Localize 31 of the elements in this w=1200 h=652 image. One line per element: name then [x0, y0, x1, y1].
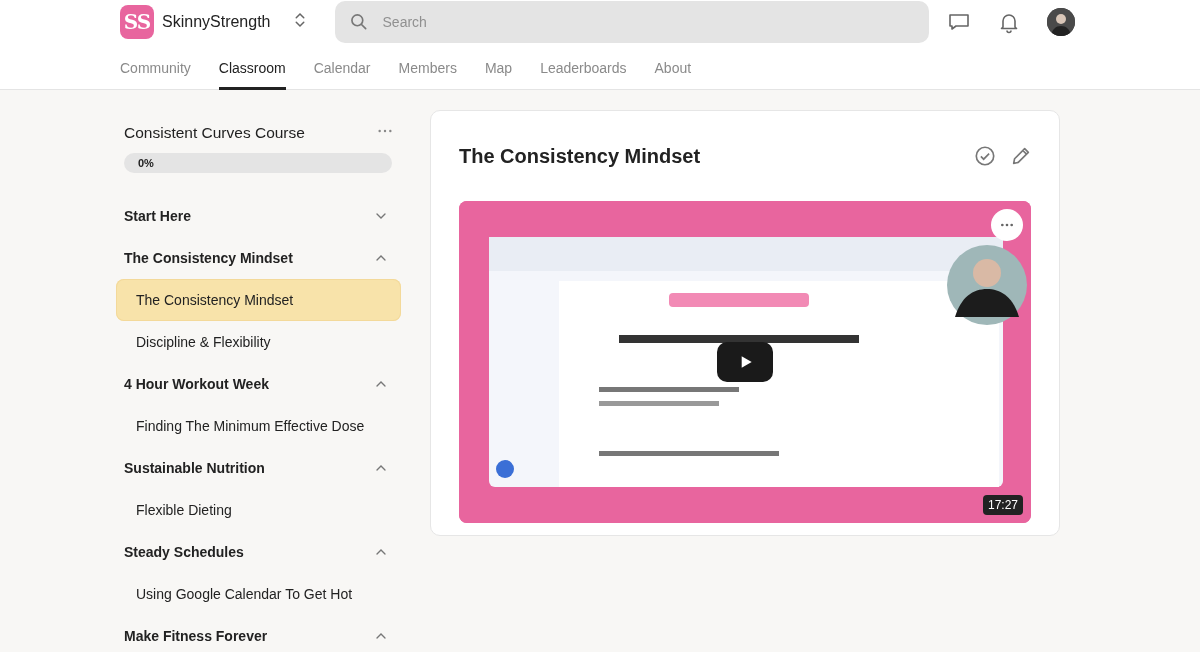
section-header[interactable]: Start Here: [116, 195, 401, 237]
person-silhouette-icon: [1046, 8, 1075, 36]
nav-tab[interactable]: Calendar: [313, 44, 371, 90]
lesson-item[interactable]: Discipline & Flexibility: [116, 321, 401, 363]
community-name[interactable]: SkinnyStrength: [162, 13, 271, 31]
section-header[interactable]: 4 Hour Workout Week: [116, 363, 401, 405]
play-button[interactable]: [717, 342, 773, 382]
progress-reading: 0%: [137, 156, 155, 171]
section-header[interactable]: The Consistency Mindset: [116, 237, 401, 279]
search-icon: [348, 12, 369, 32]
lesson-title: The Consistency Mindset: [459, 144, 701, 168]
lesson-item[interactable]: Finding The Minimum Effective Dose: [116, 405, 401, 447]
video-duration: 17:27: [982, 495, 1023, 515]
video-player[interactable]: 17:27: [459, 201, 1031, 523]
check-circle-icon[interactable]: [974, 145, 996, 167]
course-title: Consistent Curves Course: [124, 124, 305, 142]
section-header[interactable]: Steady Schedules: [116, 531, 401, 573]
nav-tab[interactable]: Classroom: [218, 44, 286, 90]
nav-tab[interactable]: About: [654, 44, 692, 90]
lesson-item[interactable]: The Consistency Mindset: [116, 279, 401, 321]
lesson-item[interactable]: Using Google Calendar To Get Hot: [116, 573, 401, 615]
lesson-item[interactable]: Flexible Dieting: [116, 489, 401, 531]
avatar[interactable]: [1046, 8, 1075, 36]
nav-tab[interactable]: Leaderboards: [540, 44, 627, 90]
section-header[interactable]: Sustainable Nutrition: [116, 447, 401, 489]
nav-tab[interactable]: Community: [120, 44, 191, 90]
pencil-icon[interactable]: [1010, 145, 1032, 167]
nav-tab[interactable]: Members: [398, 44, 457, 90]
nav-tab[interactable]: Map: [484, 44, 513, 90]
search-field[interactable]: Search: [334, 1, 929, 43]
section-header[interactable]: Make Fitness Forever: [116, 615, 401, 652]
